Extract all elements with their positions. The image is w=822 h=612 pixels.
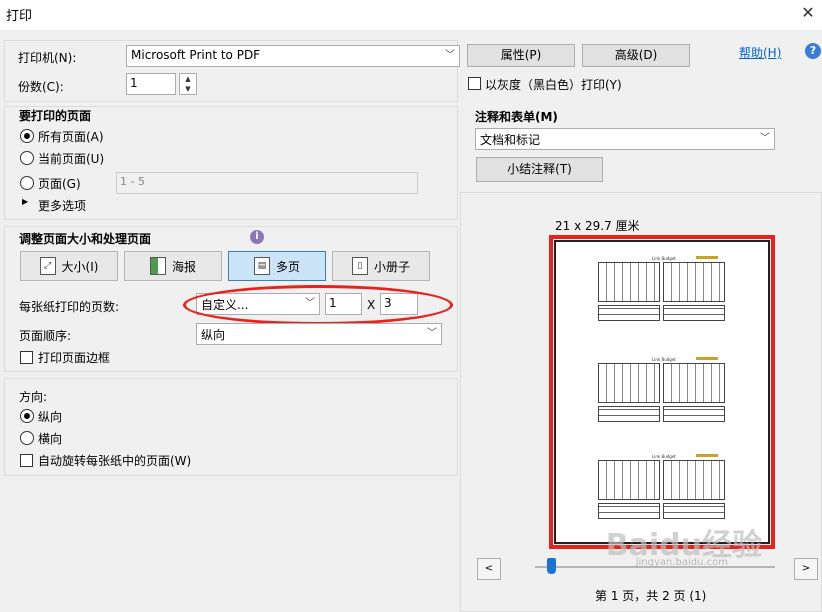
highlight-ellipse — [183, 285, 453, 325]
multiple-pages-icon: ▤ — [253, 257, 270, 275]
paper-size-label: 21 x 29.7 厘米 — [555, 219, 640, 233]
mini-chart-3a — [598, 460, 660, 500]
current-page-label: 当前页面(U) — [38, 152, 105, 166]
page-range-label: 页面(G) — [38, 177, 81, 191]
poster-icon — [149, 257, 166, 275]
page-order-value: 纵向 — [201, 328, 226, 342]
auto-rotate-checkbox[interactable] — [20, 454, 33, 467]
mini-chart-1b — [663, 262, 725, 302]
advanced-button[interactable]: 高级(D) — [582, 44, 690, 67]
spin-down-icon[interactable]: ▼ — [180, 84, 196, 94]
page-range-radio[interactable] — [20, 176, 34, 190]
grayscale-label: 以灰度（黑白色）打印(Y) — [485, 78, 622, 92]
sizing-heading: 调整页面大小和处理页面 — [19, 232, 152, 246]
window-title: 打印 — [6, 9, 33, 24]
mini-tag-3 — [696, 454, 718, 457]
chevron-down-icon: ﹀ — [760, 133, 770, 144]
booklet-mode-label: 小册子 — [373, 259, 410, 274]
comments-value: 文档和标记 — [480, 133, 541, 147]
pages-per-sheet-label: 每张纸打印的页数: — [19, 300, 120, 314]
title-bar — [0, 0, 822, 30]
properties-button[interactable]: 属性(P) — [467, 44, 575, 67]
chevron-down-icon: ﹀ — [427, 328, 437, 339]
mini-table-2a — [598, 406, 660, 422]
portrait-radio[interactable] — [20, 409, 34, 423]
mini-title-2: Link Budget — [652, 357, 676, 362]
mini-table-3b — [663, 503, 725, 519]
mini-table-1b — [663, 305, 725, 321]
mini-chart-3b — [663, 460, 725, 500]
mini-tag-2 — [696, 357, 718, 360]
all-pages-radio[interactable] — [20, 129, 34, 143]
multiple-mode-label: 多页 — [275, 259, 300, 274]
pages-heading: 要打印的页面 — [19, 109, 92, 123]
mini-chart-2a — [598, 363, 660, 403]
booklet-icon: ▯ — [351, 257, 368, 275]
page-order-label: 页面顺序: — [19, 329, 72, 343]
size-mode-label: 大小(I) — [61, 259, 99, 274]
mini-title-3: Link Budget — [652, 454, 676, 459]
mini-chart-1a — [598, 262, 660, 302]
auto-rotate-label: 自动旋转每张纸中的页面(W) — [38, 454, 192, 468]
spin-up-icon[interactable]: ▲ — [180, 74, 196, 84]
help-link[interactable]: 帮助(H) — [739, 44, 781, 61]
preview-page: Link Budget Link Budget Link Budget — [554, 240, 770, 544]
current-page-radio[interactable] — [20, 151, 34, 165]
poster-mode-button[interactable]: 海报 — [124, 251, 222, 281]
mini-table-2b — [663, 406, 725, 422]
copies-stepper[interactable]: ▲ ▼ — [179, 73, 197, 95]
watermark-url: jingyan.baidu.com — [635, 557, 728, 568]
summarize-comments-button[interactable]: 小结注释(T) — [476, 157, 603, 182]
page-order-select[interactable]: 纵向 ﹀ — [196, 323, 442, 345]
copies-label: 份数(C): — [18, 80, 64, 94]
orientation-heading: 方向: — [19, 390, 48, 404]
mini-table-3a — [598, 503, 660, 519]
resize-icon: ⤢ — [39, 257, 56, 275]
mini-table-1a — [598, 305, 660, 321]
print-border-checkbox[interactable] — [20, 351, 33, 364]
landscape-label: 横向 — [38, 432, 63, 446]
chevron-down-icon: ﹀ — [445, 50, 455, 61]
printer-select-value: Microsoft Print to PDF — [131, 48, 261, 62]
mini-chart-2b — [663, 363, 725, 403]
prev-page-button[interactable]: < — [477, 558, 501, 580]
next-page-button[interactable]: > — [794, 558, 818, 580]
printer-select[interactable]: Microsoft Print to PDF ﹀ — [126, 45, 460, 67]
poster-mode-label: 海报 — [171, 259, 196, 274]
mini-title-1: Link Budget — [652, 256, 676, 261]
comments-select[interactable]: 文档和标记 ﹀ — [475, 128, 775, 150]
info-icon[interactable]: i — [250, 230, 264, 244]
grayscale-checkbox[interactable] — [468, 77, 481, 90]
page-status: 第 1 页，共 2 页 (1) — [595, 589, 707, 603]
mini-tag-1 — [696, 256, 718, 259]
page-range-input[interactable]: 1 - 5 — [116, 172, 418, 194]
expand-triangle-icon[interactable]: ▶ — [22, 197, 28, 206]
printer-label: 打印机(N): — [18, 51, 77, 65]
landscape-radio[interactable] — [20, 431, 34, 445]
booklet-mode-button[interactable]: ▯ 小册子 — [332, 251, 430, 281]
multiple-mode-button[interactable]: ▤ 多页 — [228, 251, 326, 281]
size-mode-button[interactable]: ⤢ 大小(I) — [20, 251, 118, 281]
page-slider-thumb[interactable] — [547, 558, 556, 574]
more-options-label[interactable]: 更多选项 — [38, 197, 86, 214]
portrait-label: 纵向 — [38, 410, 63, 424]
comments-heading: 注释和表单(M) — [475, 110, 558, 124]
print-border-label: 打印页面边框 — [38, 351, 111, 365]
help-icon[interactable]: ? — [805, 43, 821, 59]
all-pages-label: 所有页面(A) — [38, 130, 104, 144]
close-icon[interactable]: ✕ — [800, 3, 816, 22]
copies-input[interactable]: 1 — [126, 73, 176, 95]
